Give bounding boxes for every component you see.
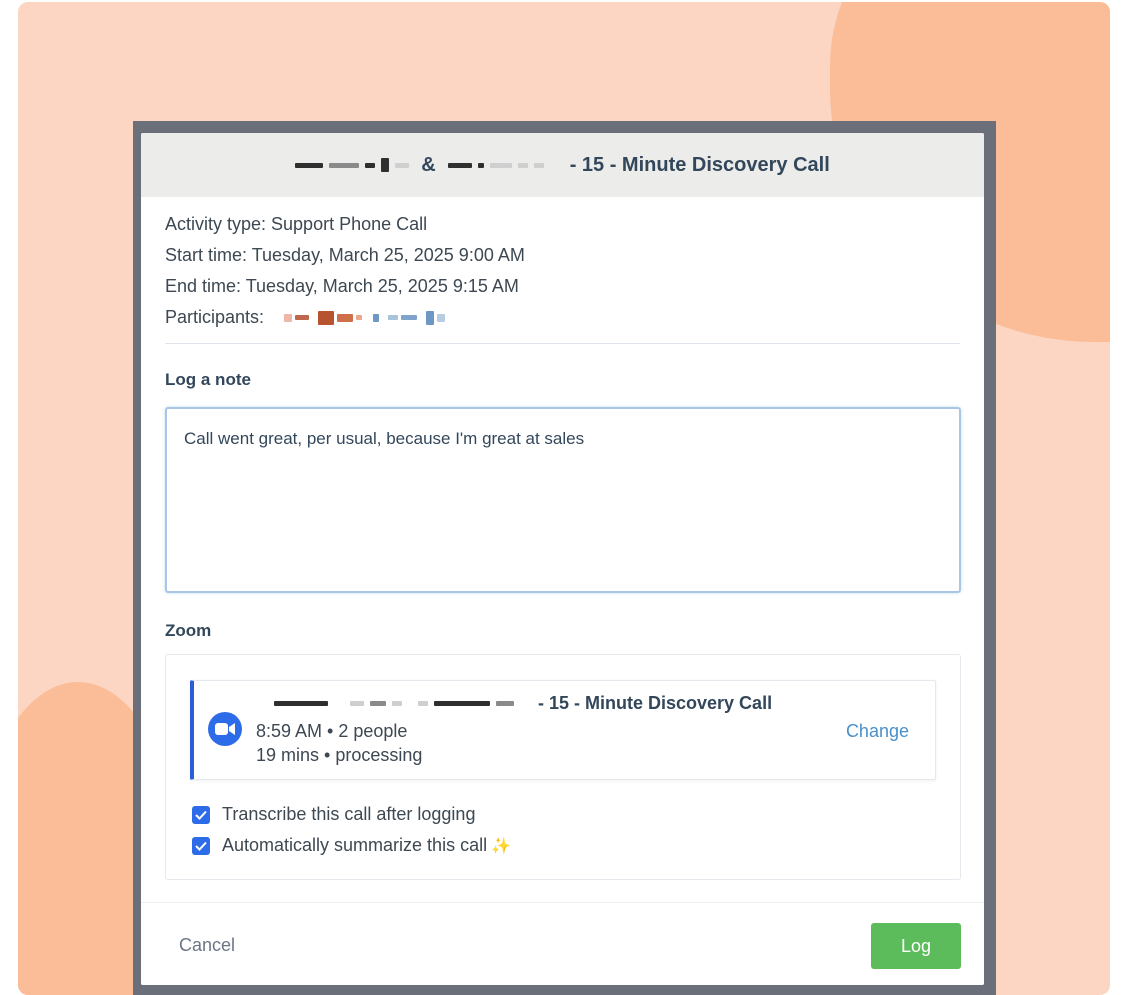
log-call-modal: & - 15 - Minute Discovery Call Activity … bbox=[141, 133, 984, 985]
title-separator: & bbox=[421, 153, 436, 176]
zoom-meeting-card: - 15 - Minute Discovery Call 8:59 AM • 2… bbox=[190, 680, 936, 780]
log-note-label: Log a note bbox=[165, 370, 251, 389]
meeting-title: - 15 - Minute Discovery Call bbox=[274, 693, 772, 714]
start-time: Start time: Tuesday, March 25, 2025 9:00… bbox=[165, 245, 525, 265]
modal-title: - 15 - Minute Discovery Call bbox=[569, 153, 830, 176]
redacted-name bbox=[295, 158, 410, 172]
section-divider bbox=[165, 343, 960, 344]
participants-label: Participants: bbox=[165, 307, 265, 327]
cancel-button[interactable]: Cancel bbox=[179, 935, 235, 956]
redacted-name bbox=[447, 162, 544, 168]
end-time: End time: Tuesday, March 25, 2025 9:15 A… bbox=[165, 276, 519, 296]
modal-footer: Cancel Log bbox=[141, 902, 984, 985]
participants-row: Participants: bbox=[165, 302, 960, 333]
activity-details: Activity type: Support Phone Call Start … bbox=[141, 197, 984, 333]
redacted-participants bbox=[284, 310, 446, 325]
log-button[interactable]: Log bbox=[871, 923, 961, 969]
zoom-section-label: Zoom bbox=[165, 621, 212, 640]
summarize-option[interactable]: Automatically summarize this call ✨ bbox=[192, 835, 511, 856]
activity-type: Activity type: Support Phone Call bbox=[165, 214, 428, 234]
transcribe-label: Transcribe this call after logging bbox=[222, 804, 476, 824]
summarize-checkbox[interactable] bbox=[192, 836, 210, 855]
meeting-title-text: - 15 - Minute Discovery Call bbox=[538, 693, 773, 713]
note-textarea[interactable]: Call went great, per usual, because I'm … bbox=[165, 407, 961, 593]
change-meeting-link[interactable]: Change bbox=[846, 721, 909, 742]
modal-header: & - 15 - Minute Discovery Call bbox=[141, 133, 984, 197]
zoom-section: - 15 - Minute Discovery Call 8:59 AM • 2… bbox=[165, 654, 961, 880]
summarize-label: Automatically summarize this call bbox=[222, 835, 488, 855]
meeting-time-people: 8:59 AM • 2 people bbox=[256, 721, 408, 741]
transcribe-checkbox[interactable] bbox=[192, 805, 210, 824]
sparkles-icon: ✨ bbox=[491, 837, 511, 855]
redacted-name bbox=[274, 701, 514, 706]
zoom-video-icon bbox=[208, 712, 242, 746]
meeting-duration-status: 19 mins • processing bbox=[256, 745, 423, 765]
transcribe-option[interactable]: Transcribe this call after logging bbox=[192, 804, 475, 825]
